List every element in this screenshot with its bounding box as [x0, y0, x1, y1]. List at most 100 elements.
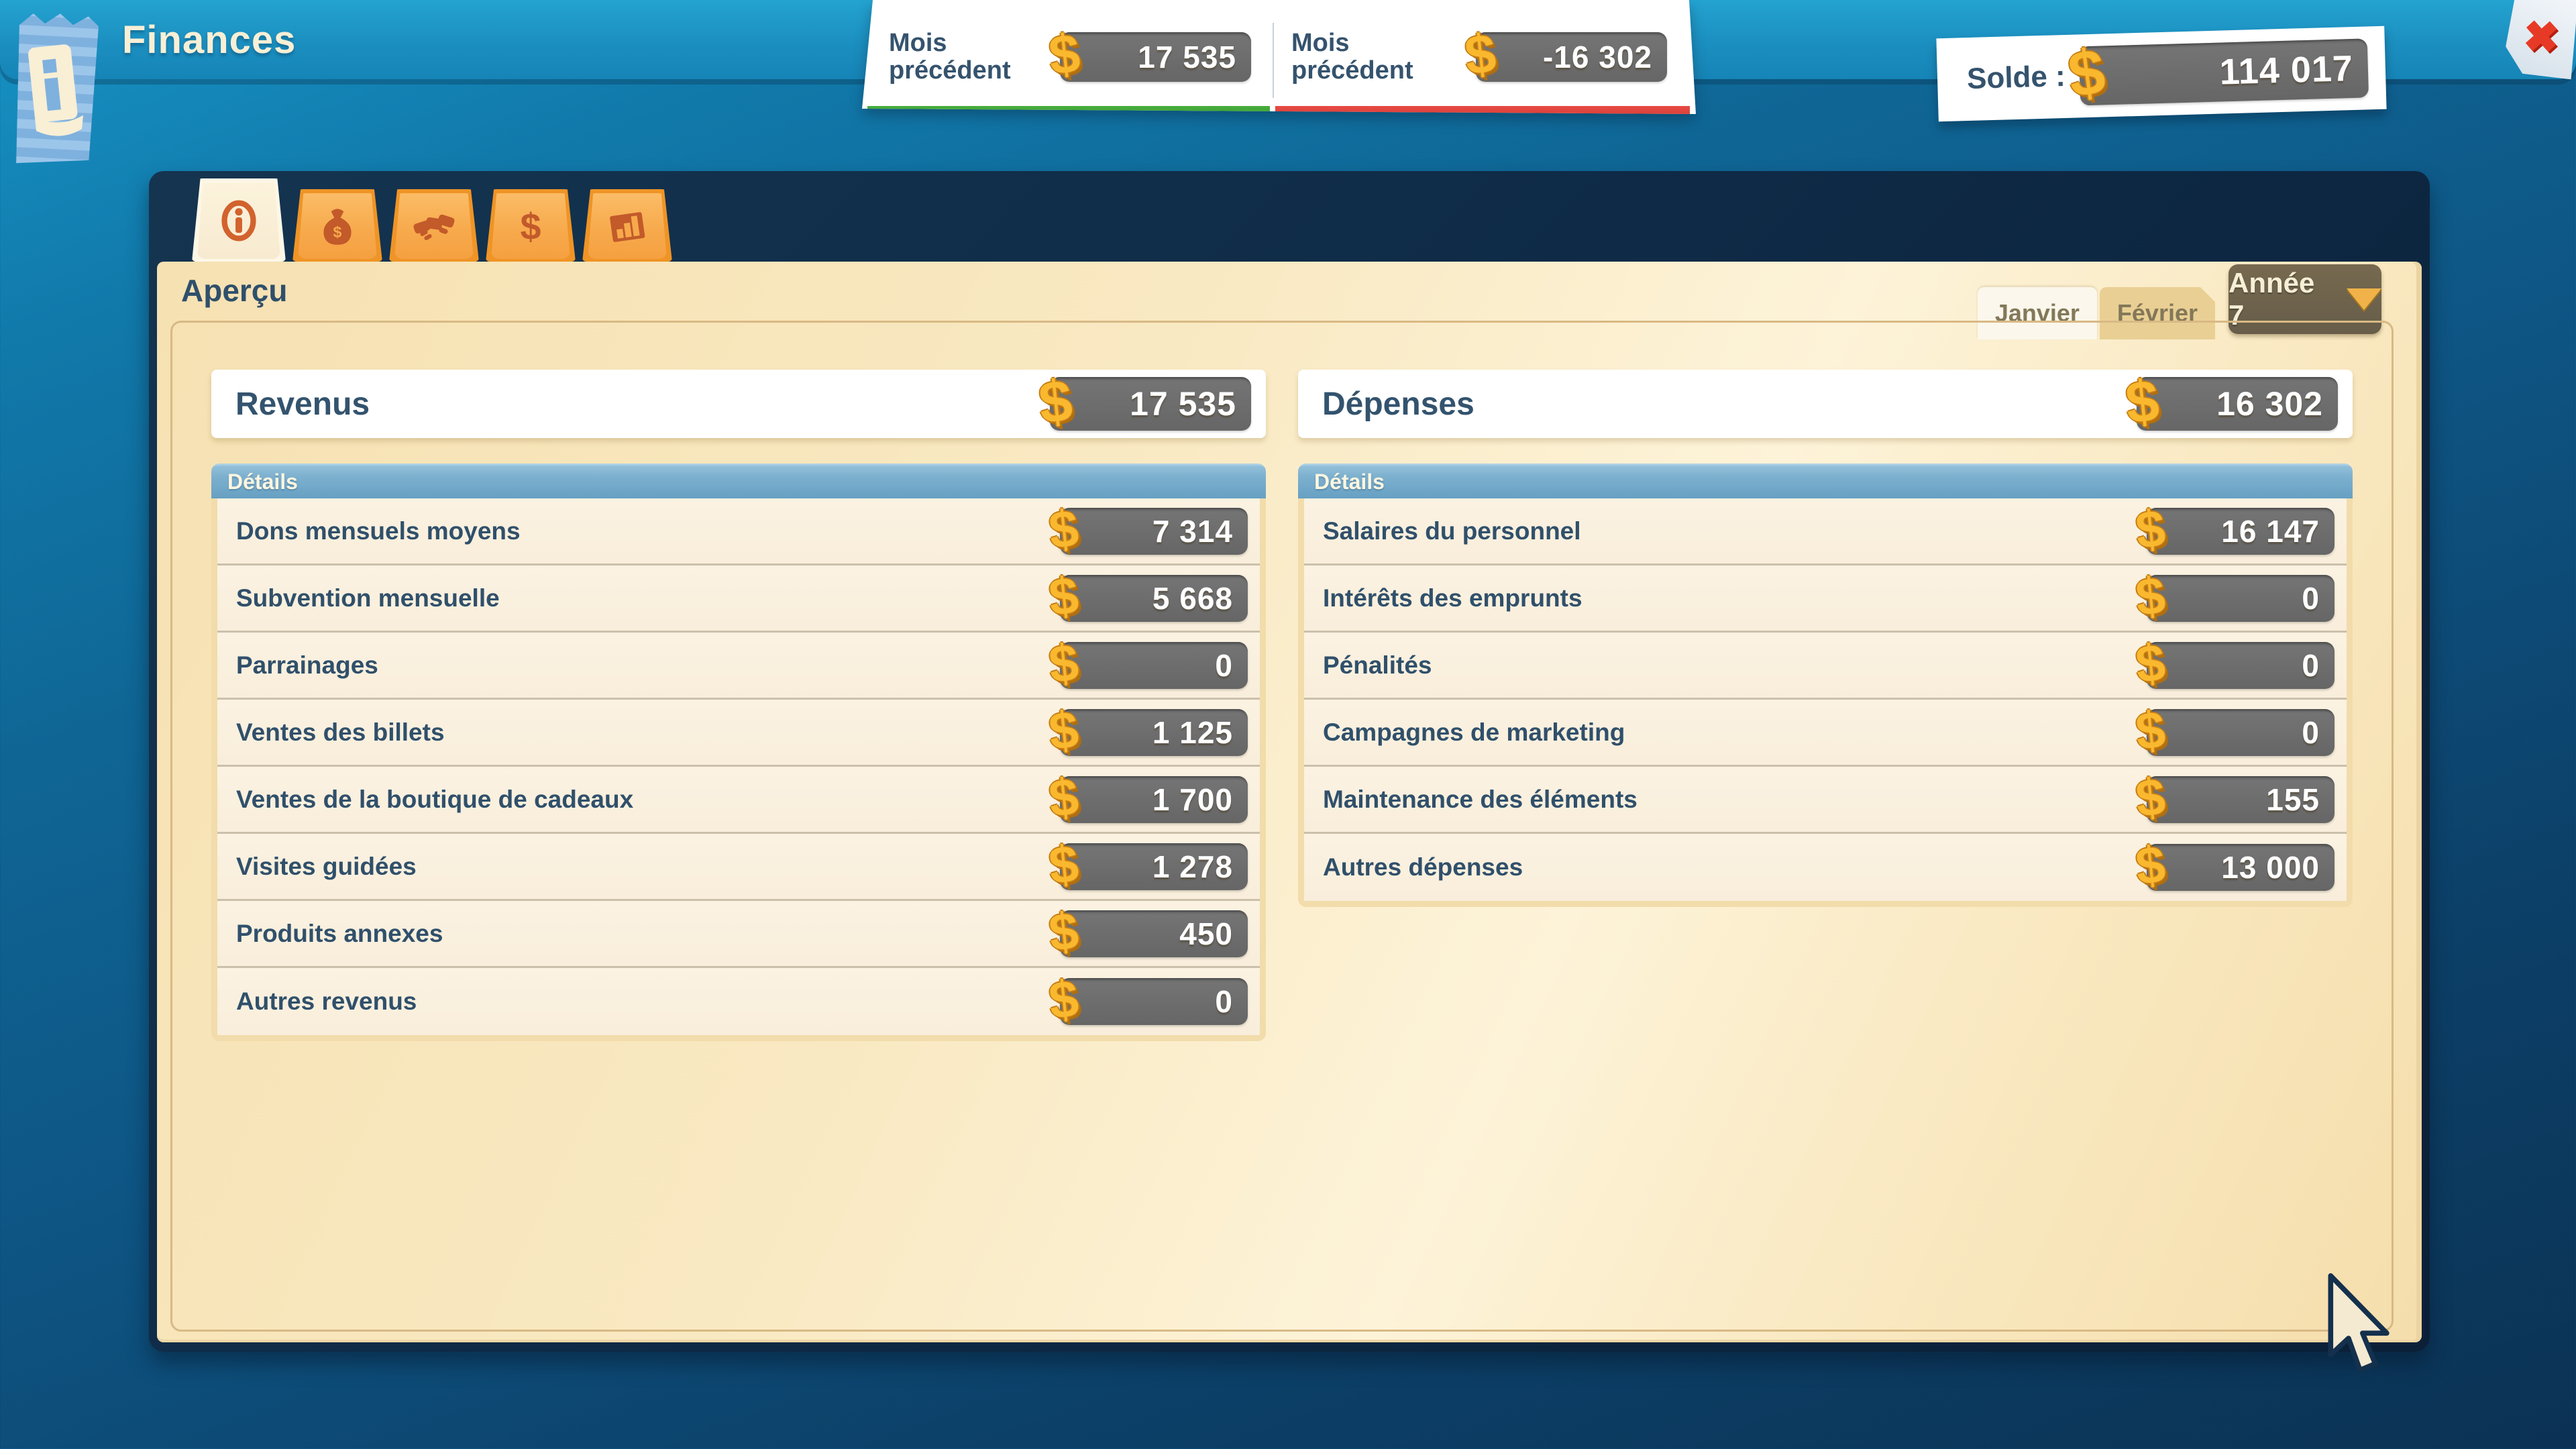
tab-overview[interactable]	[192, 178, 286, 262]
money-bag-icon: $	[317, 205, 358, 247]
finances-screen: { "icons": { "dollar": "$", "close": "✖"…	[0, 0, 2576, 1449]
income-total-value: 17 535	[1130, 384, 1251, 423]
balance-pill: $ 114 017	[2079, 38, 2369, 105]
row-value-pill: $16 147	[2147, 508, 2334, 555]
table-row: Autres dépenses $13 000	[1304, 834, 2347, 901]
table-row: Dons mensuels moyens $7 314	[217, 498, 1260, 566]
dollar-icon: $	[1046, 22, 1083, 88]
overview-content-box: Revenus $ 17 535 Détails Dons mensuels m…	[170, 321, 2394, 1332]
dollar-icon: $	[1046, 900, 1081, 963]
finances-ledger-icon	[11, 8, 99, 171]
row-value-pill: $155	[2147, 776, 2334, 823]
handshake-icon	[412, 204, 456, 248]
svg-text:$: $	[333, 223, 342, 241]
previous-month-expense-label: Mois précédent	[1291, 30, 1459, 85]
row-value-pill: $1 700	[1060, 776, 1248, 823]
balance-value: 114 017	[2219, 47, 2369, 93]
table-row: Maintenance des éléments $155	[1304, 767, 2347, 834]
summary-divider	[1273, 23, 1274, 98]
window-tab-row: $	[192, 171, 672, 262]
row-value-pill: $0	[2147, 709, 2334, 756]
table-row: Campagnes de marketing $0	[1304, 700, 2347, 767]
table-row: Visites guidées $1 278	[217, 834, 1260, 901]
page-title: Finances	[122, 17, 296, 62]
previous-month-income-label: Mois précédent	[889, 30, 1057, 85]
expenses-title: Dépenses	[1322, 386, 1474, 423]
dollar-icon: $	[1036, 366, 1075, 438]
tab-donations[interactable]: $	[292, 189, 382, 262]
dollar-icon: $	[2133, 765, 2168, 829]
table-row: Subvention mensuelle $5 668	[217, 566, 1260, 633]
row-value-pill: $0	[1060, 642, 1248, 689]
dollar-icon: $	[1046, 698, 1081, 762]
tab-charts[interactable]	[582, 189, 672, 262]
dollar-icon: $	[1046, 564, 1081, 628]
dollar-icon: $	[1046, 497, 1081, 561]
bar-chart-icon	[605, 204, 649, 248]
dollar-icon: $	[1462, 22, 1499, 88]
row-value-pill: $0	[2147, 642, 2334, 689]
dollar-icon: $	[2133, 698, 2168, 762]
dollar-icon: $	[1046, 833, 1081, 896]
table-row: Autres revenus $0	[217, 968, 1260, 1035]
dollar-icon: $	[1046, 968, 1081, 1032]
dollar-icon: $	[1046, 765, 1081, 829]
expense-indicator-bar	[1275, 106, 1690, 118]
table-row: Parrainages $0	[217, 633, 1260, 700]
table-row: Produits annexes $450	[217, 901, 1260, 968]
close-icon: ✖	[2522, 11, 2560, 63]
summary-paper: Mois précédent $ 17 535 Mois précédent $…	[862, 0, 1696, 123]
table-row: Salaires du personnel $16 147	[1304, 498, 2347, 566]
panel-title: Aperçu	[181, 272, 287, 309]
chevron-down-icon	[2347, 288, 2381, 310]
previous-month-income: Mois précédent $ 17 535	[889, 20, 1251, 94]
row-value-pill: $0	[1060, 978, 1248, 1025]
previous-month-summary: Mois précédent $ 17 535 Mois précédent $…	[862, 0, 1696, 123]
row-value-pill: $7 314	[1060, 508, 1248, 555]
dollar-icon: $	[510, 205, 551, 247]
svg-text:$: $	[520, 205, 541, 247]
previous-month-income-pill: $ 17 535	[1060, 32, 1251, 82]
row-value-pill: $450	[1060, 910, 1248, 957]
expenses-total-value: 16 302	[2216, 384, 2338, 423]
row-value-pill: $13 000	[2147, 844, 2334, 891]
dollar-icon: $	[2133, 834, 2168, 898]
income-details-header: Détails	[211, 464, 1266, 498]
dollar-icon: $	[2133, 497, 2168, 561]
dollar-icon: $	[2133, 631, 2168, 695]
row-value-pill: $5 668	[1060, 575, 1248, 622]
info-icon	[217, 199, 261, 243]
table-row: Ventes de la boutique de cadeaux $1 700	[217, 767, 1260, 834]
finances-window: $	[149, 171, 2430, 1352]
dollar-icon: $	[2133, 564, 2168, 628]
row-value-pill: $1 125	[1060, 709, 1248, 756]
expenses-details-header: Détails	[1298, 464, 2353, 498]
balance-panel: Solde : $ 114 017	[1936, 26, 2386, 122]
dollar-icon: $	[2123, 366, 2162, 438]
table-row: Intérêts des emprunts $0	[1304, 566, 2347, 633]
dollar-icon: $	[2064, 35, 2109, 113]
table-row: Ventes des billets $1 125	[217, 700, 1260, 767]
income-total-card: Revenus $ 17 535	[211, 370, 1266, 438]
income-indicator-bar	[867, 106, 1270, 118]
expenses-column: Dépenses $ 16 302 Détails Salaires du pe…	[1298, 370, 2353, 907]
row-value-pill: $1 278	[1060, 843, 1248, 890]
income-details-table: Détails Dons mensuels moyens $7 314 Subv…	[211, 464, 1266, 1041]
expenses-total-pill: $ 16 302	[2137, 377, 2338, 431]
expenses-details-table: Détails Salaires du personnel $16 147 In…	[1298, 464, 2353, 907]
table-row: Pénalités $0	[1304, 633, 2347, 700]
tab-deals[interactable]	[389, 189, 479, 262]
tab-loans[interactable]: $	[486, 189, 576, 262]
income-title: Revenus	[235, 386, 370, 423]
income-total-pill: $ 17 535	[1050, 377, 1251, 431]
dollar-icon: $	[1046, 631, 1081, 695]
previous-month-expense-value: -16 302	[1543, 39, 1667, 75]
balance-label: Solde :	[1966, 60, 2065, 96]
row-value-pill: $0	[2147, 575, 2334, 622]
overview-panel: Aperçu Janvier Février Année 7 Revenus $…	[157, 262, 2422, 1342]
previous-month-expense-pill: $ -16 302	[1476, 32, 1667, 82]
previous-month-expense: Mois précédent $ -16 302	[1291, 20, 1667, 94]
previous-month-income-value: 17 535	[1138, 39, 1251, 75]
expenses-total-card: Dépenses $ 16 302	[1298, 370, 2353, 438]
income-column: Revenus $ 17 535 Détails Dons mensuels m…	[211, 370, 1266, 1041]
